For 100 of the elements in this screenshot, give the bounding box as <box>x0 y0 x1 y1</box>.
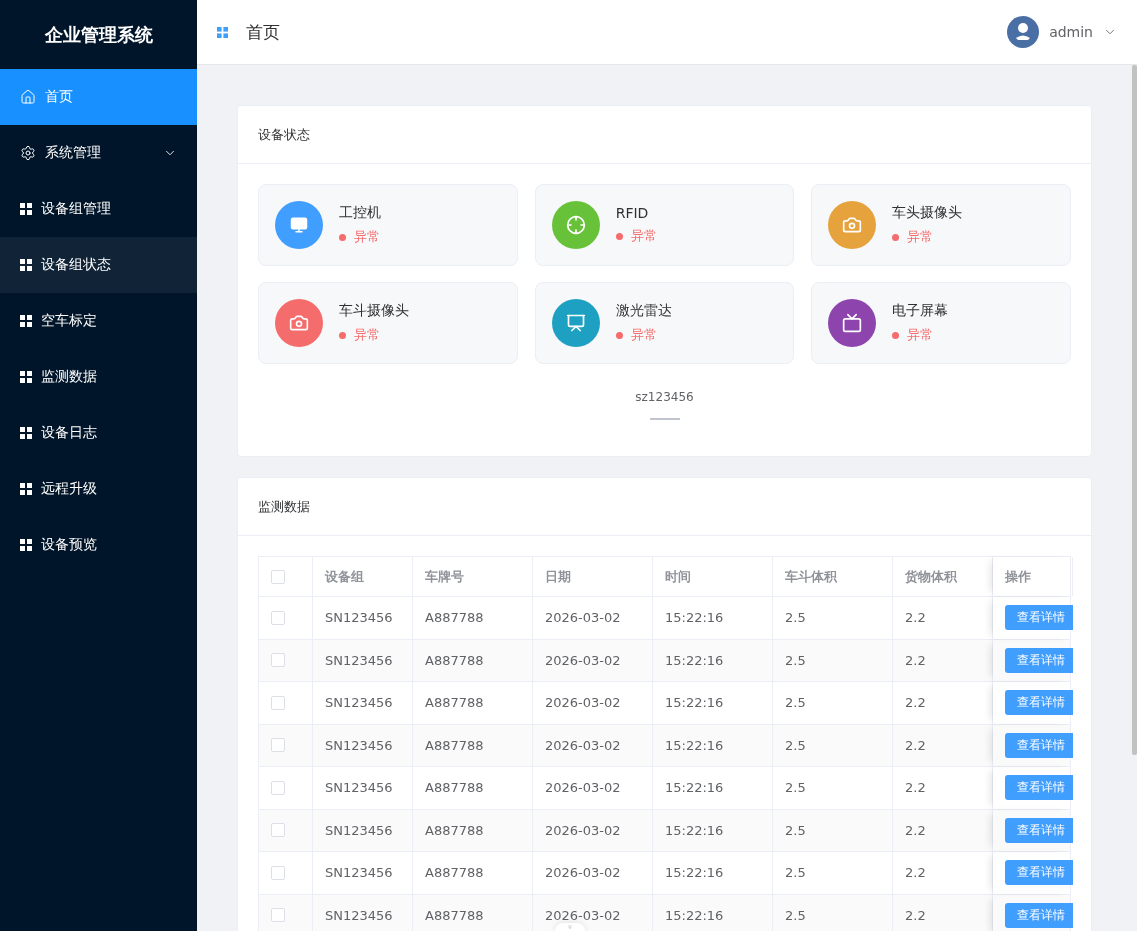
checkbox[interactable] <box>271 908 285 923</box>
table-cell: A887788 <box>413 767 533 809</box>
table-cell: 2.2 <box>893 809 993 851</box>
avatar-icon[interactable] <box>1007 16 1040 48</box>
device-status: 异常 <box>907 228 934 246</box>
app-title: 企业管理系统 <box>43 22 154 47</box>
table-cell: 15:22:16 <box>653 809 773 851</box>
carousel-indicator[interactable] <box>649 418 680 420</box>
table-cell: SN123456 <box>313 767 413 809</box>
table-cell: 15:22:16 <box>653 767 773 809</box>
table-cell: 2.5 <box>773 852 893 894</box>
checkbox[interactable] <box>271 569 285 584</box>
table-cell: 2.2 <box>893 724 993 766</box>
column-header: 车斗体积 <box>773 557 893 596</box>
table-cell: 2.5 <box>773 809 893 851</box>
camera-icon <box>842 215 863 235</box>
checkbox[interactable] <box>271 653 285 668</box>
table-cell: 2.2 <box>893 767 993 809</box>
menu-item[interactable]: 设备组管理 <box>0 181 197 237</box>
checkbox[interactable] <box>271 695 285 710</box>
table-cell: SN123456 <box>313 852 413 894</box>
page-title: 首页 <box>246 20 281 44</box>
chevrons-down-icon <box>567 924 573 930</box>
settings-icon <box>20 145 36 161</box>
status-dot <box>339 233 346 241</box>
table-cell: 2.5 <box>773 639 893 681</box>
device-name: 车斗摄像头 <box>339 302 409 320</box>
checkbox[interactable] <box>271 823 285 838</box>
group-name: sz123456 <box>635 390 694 404</box>
status-dot <box>892 331 900 339</box>
column-header: 时间 <box>653 557 773 596</box>
table-cell: SN123456 <box>313 639 413 681</box>
device-name: 电子屏幕 <box>892 302 949 320</box>
table-cell: 2026-03-02 <box>533 852 653 894</box>
table-cell: 2.2 <box>893 682 993 724</box>
table-cell: 2026-03-02 <box>533 809 653 851</box>
table-cell: SN123456 <box>313 597 413 639</box>
table-cell: SN123456 <box>313 809 413 851</box>
table-cell: 2.5 <box>773 682 893 724</box>
grid-icon <box>20 371 32 383</box>
table-cell: 2.2 <box>893 639 993 681</box>
grid-icon <box>20 315 32 327</box>
status-dot <box>615 331 623 339</box>
table-cell: SN123456 <box>313 682 413 724</box>
table-cell: 2.5 <box>773 767 893 809</box>
table-cell: 2.2 <box>893 597 993 639</box>
table-cell: A887788 <box>413 894 533 931</box>
table-cell: 2026-03-02 <box>533 724 653 766</box>
scrollbar[interactable] <box>1132 65 1137 755</box>
device-status: 异常 <box>354 228 380 246</box>
camera-icon <box>289 313 309 333</box>
presentation-board-icon <box>565 313 586 333</box>
menu-item[interactable]: 空车标定 <box>0 293 197 349</box>
status-dot <box>892 233 900 241</box>
checkbox[interactable] <box>271 865 285 880</box>
column-header: 车牌号 <box>413 557 533 596</box>
checkbox[interactable] <box>271 610 285 625</box>
checkbox[interactable] <box>271 780 285 795</box>
device-name: 激光雷达 <box>615 302 672 320</box>
table-cell: A887788 <box>413 852 533 894</box>
card-title: 监测数据 <box>258 497 310 516</box>
table-cell: 2.2 <box>893 852 993 894</box>
menu-item[interactable]: 设备预览 <box>0 517 197 573</box>
column-header: 货物体积 <box>893 557 993 596</box>
table-cell: 2026-03-02 <box>533 767 653 809</box>
crosshair-icon <box>565 215 586 235</box>
user-name[interactable]: admin <box>1049 24 1093 40</box>
table-cell: 15:22:16 <box>653 894 773 931</box>
menu-item[interactable]: 系统管理 <box>0 125 197 181</box>
device-status: 异常 <box>907 326 934 344</box>
table-cell: 2026-03-02 <box>533 682 653 724</box>
menu-item[interactable]: 设备日志 <box>0 405 197 461</box>
table-cell: A887788 <box>413 639 533 681</box>
table-cell: 2.5 <box>773 724 893 766</box>
menu-item[interactable]: 远程升级 <box>0 461 197 517</box>
table-cell: 2026-03-02 <box>533 639 653 681</box>
device-status: 异常 <box>630 326 657 344</box>
table-cell: 15:22:16 <box>653 852 773 894</box>
table-cell: SN123456 <box>313 724 413 766</box>
table-cell: 15:22:16 <box>653 597 773 639</box>
status-dot <box>339 331 346 339</box>
grid-icon <box>20 427 32 439</box>
table-cell: SN123456 <box>313 894 413 931</box>
column-header: 操作 <box>993 557 1073 596</box>
grid-icon <box>20 483 32 495</box>
table-cell: 2026-03-02 <box>533 597 653 639</box>
table-cell: 15:22:16 <box>653 639 773 681</box>
scroll-down-button[interactable] <box>555 923 585 931</box>
checkbox[interactable] <box>271 738 285 753</box>
menu-item[interactable]: 设备组状态 <box>0 237 197 293</box>
table-cell: A887788 <box>413 809 533 851</box>
column-header: 日期 <box>533 557 653 596</box>
card-title: 设备状态 <box>258 125 310 144</box>
grid-icon <box>20 259 32 271</box>
grid-icon <box>217 26 228 38</box>
menu-item[interactable]: 监测数据 <box>0 349 197 405</box>
grid-icon <box>20 539 32 551</box>
device-name: 工控机 <box>339 204 381 222</box>
table-cell: 2.5 <box>773 597 893 639</box>
table-cell: 15:22:16 <box>653 682 773 724</box>
